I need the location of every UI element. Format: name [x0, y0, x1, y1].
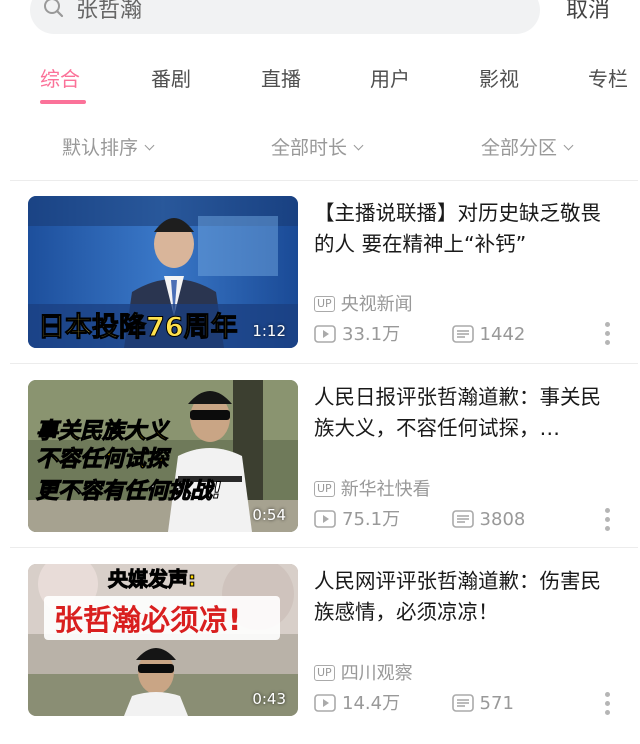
duration-filter[interactable]: 全部时长: [271, 134, 364, 162]
thumbnail-caption-line: 不容任何试探: [36, 446, 172, 472]
uploader[interactable]: UP 四川观察: [314, 662, 413, 686]
video-stats: 33.1万 1442: [314, 323, 525, 347]
chevron-down-icon: [563, 140, 574, 151]
danmaku-count-icon: [451, 325, 474, 343]
video-duration: 0:54: [252, 506, 286, 524]
more-options-icon[interactable]: [600, 690, 614, 720]
comment-count: 1442: [479, 324, 526, 345]
chevron-down-icon: [144, 140, 155, 151]
comment-count: 3808: [479, 509, 526, 530]
up-badge: UP: [314, 296, 335, 312]
video-duration: 1:12: [252, 322, 286, 340]
uploader[interactable]: UP 央视新闻: [314, 293, 413, 317]
thumbnail-caption-line: 央媒发声:: [108, 567, 196, 591]
result-item[interactable]: 事关民族大义 不容任何试探 更不容有任何挑战! 0:54 人民日报评张哲瀚道歉：…: [0, 380, 640, 560]
danmaku-count-icon: [451, 694, 474, 712]
tab-articles[interactable]: 专栏: [588, 64, 628, 94]
thumbnail-caption-line: 更不容有任何挑战!: [36, 478, 222, 504]
sort-filter[interactable]: 默认排序: [62, 134, 155, 162]
search-input[interactable]: 张哲瀚: [76, 0, 142, 24]
sort-filter-label: 默认排序: [62, 137, 139, 159]
tab-users[interactable]: 用户: [370, 64, 410, 94]
more-options-icon[interactable]: [600, 320, 614, 350]
video-title[interactable]: 人民网评评张哲瀚道歉：伤害民族感情，必须凉凉！: [314, 566, 620, 628]
divider: [10, 547, 638, 548]
video-stats: 14.4万 571: [314, 692, 514, 716]
tab-bangumi[interactable]: 番剧: [151, 64, 191, 94]
view-count: 75.1万: [342, 509, 401, 530]
active-tab-indicator: [40, 100, 86, 104]
search-icon: [44, 0, 64, 18]
divider: [10, 363, 638, 364]
play-count-icon: [314, 325, 336, 343]
cancel-button[interactable]: 取消: [566, 0, 610, 24]
result-item[interactable]: 日本投降76周年 1:12 【主播说联播】对历史缺乏敬畏的人 要在精神上“补钙”…: [0, 196, 640, 376]
divider: [10, 180, 638, 181]
uploader-name: 四川观察: [340, 663, 413, 684]
duration-filter-label: 全部时长: [271, 137, 348, 159]
more-options-icon[interactable]: [600, 506, 614, 536]
tab-movies[interactable]: 影视: [479, 64, 519, 94]
up-badge: UP: [314, 481, 335, 497]
category-filter[interactable]: 全部分区: [481, 134, 574, 162]
view-count: 33.1万: [342, 324, 401, 345]
thumbnail-caption: 日本投降76周年: [38, 311, 238, 343]
up-badge: UP: [314, 665, 335, 681]
video-thumbnail[interactable]: 央媒发声: 张哲瀚必须凉! 0:43: [28, 564, 298, 716]
thumbnail-caption-line: 事关民族大义: [36, 418, 170, 444]
video-duration: 0:43: [252, 690, 286, 708]
video-title[interactable]: 人民日报评张哲瀚道歉：事关民族大义，不容任何试探，…: [314, 382, 620, 444]
video-thumbnail[interactable]: 日本投降76周年 1:12: [28, 196, 298, 348]
result-item[interactable]: 央媒发声: 张哲瀚必须凉! 0:43 人民网评评张哲瀚道歉：伤害民族感情，必须凉…: [0, 564, 640, 744]
category-filter-label: 全部分区: [481, 137, 558, 159]
play-count-icon: [314, 694, 336, 712]
comment-count: 571: [479, 693, 514, 714]
video-thumbnail[interactable]: 事关民族大义 不容任何试探 更不容有任何挑战! 0:54: [28, 380, 298, 532]
tab-live[interactable]: 直播: [261, 64, 301, 94]
play-count-icon: [314, 510, 336, 528]
uploader-name: 新华社快看: [340, 479, 431, 500]
thumbnail-caption-line: 张哲瀚必须凉!: [54, 603, 241, 637]
chevron-down-icon: [353, 140, 364, 151]
tab-all[interactable]: 综合: [40, 64, 80, 94]
video-stats: 75.1万 3808: [314, 508, 525, 532]
tab-bar: 综合 番剧 直播 用户 影视 专栏: [0, 64, 640, 104]
uploader-name: 央视新闻: [340, 294, 413, 315]
view-count: 14.4万: [342, 693, 401, 714]
video-title[interactable]: 【主播说联播】对历史缺乏敬畏的人 要在精神上“补钙”: [314, 198, 620, 260]
uploader[interactable]: UP 新华社快看: [314, 478, 431, 502]
danmaku-count-icon: [451, 510, 474, 528]
